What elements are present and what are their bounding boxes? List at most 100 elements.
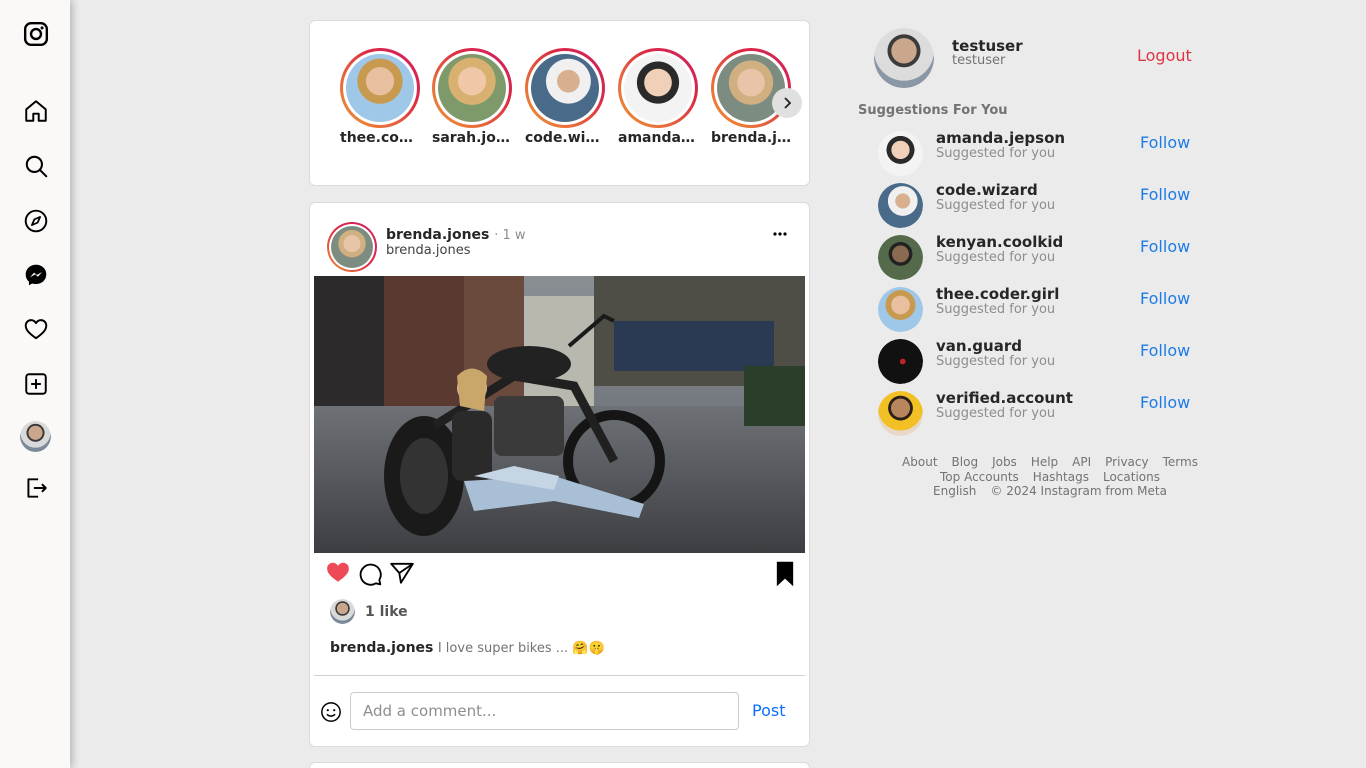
footer-copyright: © 2024 Instagram from Meta bbox=[990, 484, 1167, 498]
story-ring bbox=[432, 48, 512, 128]
suggestion-avatar[interactable] bbox=[878, 339, 923, 384]
footer-link-hashtags[interactable]: Hashtags bbox=[1033, 470, 1089, 484]
suggestion-username[interactable]: verified.account bbox=[936, 389, 1073, 407]
comment-input[interactable] bbox=[350, 692, 739, 730]
post-author-subtitle: brenda.jones bbox=[386, 243, 471, 258]
footer-links-row: About Blog Jobs Help API Privacy Terms bbox=[870, 455, 1230, 470]
stories-next-button[interactable] bbox=[772, 88, 802, 118]
avatar bbox=[20, 421, 51, 452]
current-user-subtitle: testuser bbox=[952, 53, 1006, 68]
footer-links-row: Top Accounts Hashtags Locations bbox=[870, 470, 1230, 485]
suggestion-item: thee.coder.girl Suggested for you Follow bbox=[878, 285, 1198, 332]
post-author[interactable]: brenda.jones · 1 w bbox=[386, 227, 526, 243]
suggestion-item: code.wizard Suggested for you Follow bbox=[878, 181, 1198, 228]
feed-post: brenda.jones · 1 w brenda.jones 1 like b… bbox=[309, 202, 810, 747]
explore-icon[interactable] bbox=[22, 207, 50, 235]
footer-link-locations[interactable]: Locations bbox=[1103, 470, 1160, 484]
suggestions-title: Suggestions For You bbox=[858, 103, 1008, 118]
suggestion-subtitle: Suggested for you bbox=[936, 302, 1056, 317]
story-username: thee.cod… bbox=[340, 130, 420, 146]
story-username: amanda.j… bbox=[618, 130, 698, 146]
follow-button[interactable]: Follow bbox=[1140, 237, 1190, 256]
divider bbox=[314, 675, 805, 676]
likes-count[interactable]: 1 like bbox=[365, 604, 408, 620]
instagram-logo-icon[interactable] bbox=[22, 20, 50, 48]
suggestion-subtitle: Suggested for you bbox=[936, 354, 1056, 369]
suggestion-item: van.guard Suggested for you Follow bbox=[878, 337, 1198, 384]
footer-link-about[interactable]: About bbox=[902, 455, 937, 469]
caption-text: I love super bikes ... 🤗🤫 bbox=[437, 641, 605, 656]
logout-button[interactable]: Logout bbox=[1137, 46, 1192, 65]
footer-link-blog[interactable]: Blog bbox=[952, 455, 979, 469]
suggestion-username[interactable]: kenyan.coolkid bbox=[936, 233, 1063, 251]
search-icon[interactable] bbox=[22, 152, 50, 180]
suggestion-avatar[interactable] bbox=[878, 287, 923, 332]
footer-language[interactable]: English bbox=[933, 484, 976, 498]
post-image[interactable] bbox=[314, 276, 805, 553]
create-icon[interactable] bbox=[22, 370, 50, 398]
suggestion-username[interactable]: van.guard bbox=[936, 337, 1022, 355]
suggestion-subtitle: Suggested for you bbox=[936, 146, 1056, 161]
more-options-icon[interactable] bbox=[772, 221, 788, 242]
caption-username[interactable]: brenda.jones bbox=[330, 640, 433, 656]
suggestion-subtitle: Suggested for you bbox=[936, 406, 1056, 421]
suggestion-subtitle: Suggested for you bbox=[936, 250, 1056, 265]
bookmark-icon[interactable] bbox=[773, 560, 797, 592]
next-feed-post bbox=[309, 762, 810, 768]
liker-avatar[interactable] bbox=[330, 599, 355, 624]
story-username: brenda.jo… bbox=[711, 130, 791, 146]
post-caption: brenda.jones I love super bikes ... 🤗🤫 bbox=[330, 640, 605, 656]
story-item[interactable]: code.wiz… bbox=[525, 48, 605, 146]
story-item[interactable]: sarah.joh… bbox=[432, 48, 512, 146]
footer-bottom-row: English © 2024 Instagram from Meta bbox=[870, 484, 1230, 499]
post-comment-button[interactable]: Post bbox=[752, 701, 785, 720]
logout-icon[interactable] bbox=[22, 474, 50, 502]
messenger-icon[interactable] bbox=[22, 261, 50, 289]
suggestion-username[interactable]: thee.coder.girl bbox=[936, 285, 1059, 303]
follow-button[interactable]: Follow bbox=[1140, 289, 1190, 308]
suggestion-subtitle: Suggested for you bbox=[936, 198, 1056, 213]
suggestion-item: amanda.jepson Suggested for you Follow bbox=[878, 129, 1198, 176]
footer-link-jobs[interactable]: Jobs bbox=[992, 455, 1017, 469]
suggestion-avatar[interactable] bbox=[878, 183, 923, 228]
suggestion-avatar[interactable] bbox=[878, 131, 923, 176]
suggestion-avatar[interactable] bbox=[878, 235, 923, 280]
suggestion-username[interactable]: code.wizard bbox=[936, 181, 1038, 199]
story-item[interactable]: amanda.j… bbox=[618, 48, 698, 146]
suggestion-item: verified.account Suggested for you Follo… bbox=[878, 389, 1198, 436]
follow-button[interactable]: Follow bbox=[1140, 341, 1190, 360]
share-icon[interactable] bbox=[389, 560, 415, 590]
stories-bar: thee.cod… sarah.joh… code.wiz… amanda.j…… bbox=[309, 20, 810, 186]
profile-avatar[interactable] bbox=[20, 421, 51, 452]
story-username: code.wiz… bbox=[525, 130, 605, 146]
footer: About Blog Jobs Help API Privacy Terms Top Acc… bbox=[870, 455, 1230, 499]
follow-button[interactable]: Follow bbox=[1140, 185, 1190, 204]
story-ring bbox=[618, 48, 698, 128]
comment-icon[interactable] bbox=[357, 561, 383, 591]
story-item[interactable]: thee.cod… bbox=[340, 48, 420, 146]
story-ring bbox=[340, 48, 420, 128]
home-icon[interactable] bbox=[22, 97, 50, 125]
footer-link-help[interactable]: Help bbox=[1031, 455, 1058, 469]
like-heart-icon[interactable] bbox=[325, 559, 351, 589]
post-author-avatar[interactable] bbox=[327, 222, 377, 272]
story-ring bbox=[525, 48, 605, 128]
suggestion-avatar[interactable] bbox=[878, 391, 923, 436]
heart-icon[interactable] bbox=[22, 315, 50, 343]
footer-link-api[interactable]: API bbox=[1072, 455, 1091, 469]
suggestion-item: kenyan.coolkid Suggested for you Follow bbox=[878, 233, 1198, 280]
likes-row: 1 like bbox=[330, 599, 408, 624]
post-time: · 1 w bbox=[494, 228, 526, 243]
story-username: sarah.joh… bbox=[432, 130, 512, 146]
chevron-right-icon bbox=[784, 97, 792, 109]
sidebar bbox=[0, 0, 70, 768]
footer-link-top-accounts[interactable]: Top Accounts bbox=[940, 470, 1019, 484]
suggestion-username[interactable]: amanda.jepson bbox=[936, 129, 1065, 147]
follow-button[interactable]: Follow bbox=[1140, 393, 1190, 412]
current-user-avatar[interactable] bbox=[874, 28, 934, 88]
post-author-username[interactable]: brenda.jones bbox=[386, 227, 489, 243]
footer-link-terms[interactable]: Terms bbox=[1163, 455, 1198, 469]
emoji-icon[interactable] bbox=[320, 701, 342, 727]
footer-link-privacy[interactable]: Privacy bbox=[1105, 455, 1148, 469]
follow-button[interactable]: Follow bbox=[1140, 133, 1190, 152]
